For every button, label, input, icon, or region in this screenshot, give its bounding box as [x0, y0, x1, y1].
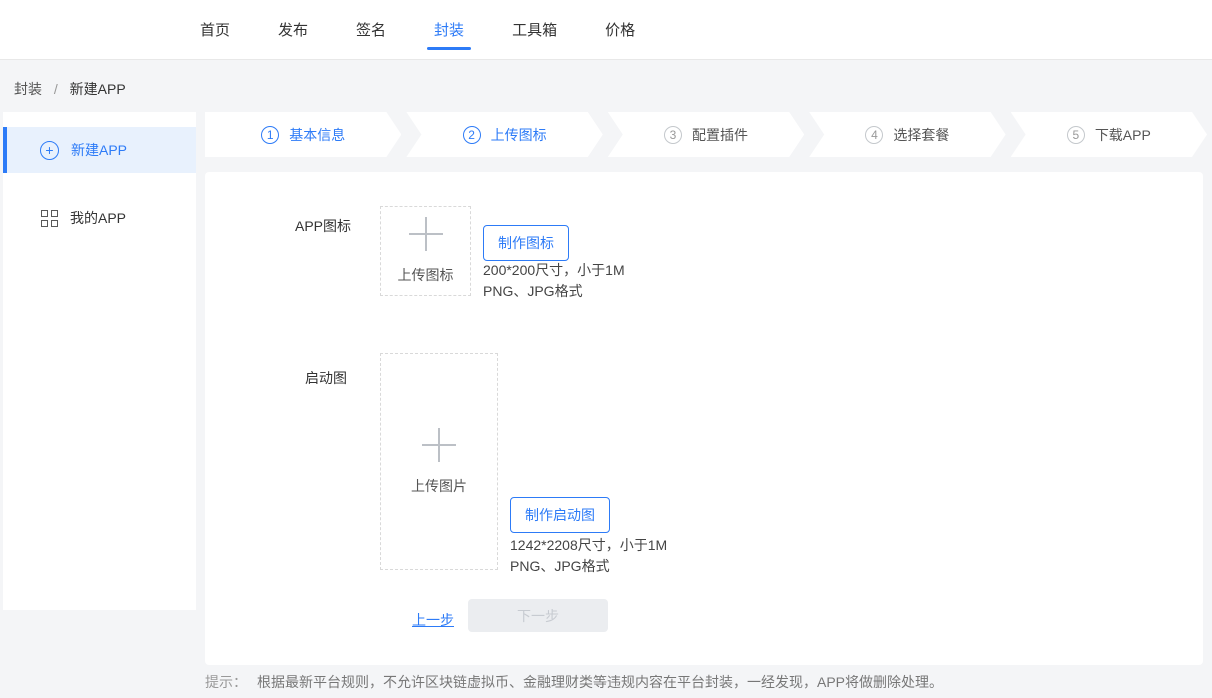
nav-item-package[interactable]: 封装 — [434, 0, 464, 60]
top-navbar: 首页 发布 签名 封装 工具箱 价格 — [0, 0, 1212, 60]
launch-image-hint: 1242*2208尺寸，小于1M PNG、JPG格式 — [510, 535, 667, 577]
footer-tip-prefix: 提示： — [205, 674, 247, 690]
make-launch-image-button[interactable]: 制作启动图 — [510, 497, 610, 533]
breadcrumb-section[interactable]: 封装 — [14, 81, 42, 97]
step-number-circle: 1 — [261, 126, 279, 144]
breadcrumb: 封装 / 新建APP — [14, 79, 126, 99]
main-panel: APP图标 上传图标 制作图标 200*200尺寸，小于1M PNG、JPG格式… — [205, 172, 1203, 665]
app-icon-upload-box[interactable]: 上传图标 — [380, 206, 471, 296]
step-label: 下载APP — [1095, 125, 1151, 145]
upload-box-text: 上传图标 — [398, 265, 454, 285]
step-wizard: 1 基本信息 2 上传图标 3 配置插件 4 选择套餐 5 下载APP — [205, 112, 1207, 157]
grid-icon — [41, 210, 58, 227]
step-3-configure-plugins[interactable]: 3 配置插件 — [608, 112, 804, 157]
step-2-upload-icon[interactable]: 2 上传图标 — [406, 112, 602, 157]
step-number-circle: 5 — [1067, 126, 1085, 144]
plus-icon — [409, 217, 443, 251]
breadcrumb-current: 新建APP — [70, 81, 126, 97]
step-number-circle: 2 — [463, 126, 481, 144]
sidebar-item-label: 新建APP — [71, 140, 127, 160]
step-number-circle: 4 — [865, 126, 883, 144]
launch-image-hint-format: PNG、JPG格式 — [510, 556, 667, 577]
footer-tip: 提示： 根据最新平台规则，不允许区块链虚拟币、金融理财类等违规内容在平台封装，一经… — [205, 672, 943, 692]
step-1-basic-info[interactable]: 1 基本信息 — [205, 112, 401, 157]
app-icon-hint-size: 200*200尺寸，小于1M — [483, 260, 625, 281]
breadcrumb-separator: / — [54, 81, 58, 97]
plus-icon — [422, 428, 456, 462]
next-step-button[interactable]: 下一步 — [468, 599, 608, 632]
sidebar-item-my-app[interactable]: 我的APP — [3, 195, 196, 241]
nav-item-sign[interactable]: 签名 — [356, 0, 386, 60]
app-icon-hint: 200*200尺寸，小于1M PNG、JPG格式 — [483, 260, 625, 302]
step-5-download-app[interactable]: 5 下载APP — [1011, 112, 1207, 157]
step-4-select-plan[interactable]: 4 选择套餐 — [809, 112, 1005, 157]
launch-image-label: 启动图 — [305, 368, 347, 388]
step-number-circle: 3 — [664, 126, 682, 144]
app-icon-label: APP图标 — [295, 216, 351, 236]
nav-item-toolbox[interactable]: 工具箱 — [512, 0, 557, 60]
launch-image-upload-box[interactable]: 上传图片 — [380, 353, 498, 570]
app-icon-hint-format: PNG、JPG格式 — [483, 281, 625, 302]
sidebar-item-label: 我的APP — [70, 208, 126, 228]
nav-item-publish[interactable]: 发布 — [278, 0, 308, 60]
make-icon-button[interactable]: 制作图标 — [483, 225, 569, 261]
sidebar-item-new-app[interactable]: + 新建APP — [3, 127, 196, 173]
step-label: 上传图标 — [491, 125, 547, 145]
step-label: 选择套餐 — [893, 125, 949, 145]
footer-tip-text: 根据最新平台规则，不允许区块链虚拟币、金融理财类等违规内容在平台封装，一经发现，… — [257, 674, 943, 690]
step-label: 配置插件 — [692, 125, 748, 145]
nav-items: 首页 发布 签名 封装 工具箱 价格 — [200, 0, 635, 60]
plus-circle-icon: + — [40, 141, 59, 160]
upload-box-text: 上传图片 — [411, 476, 467, 496]
step-label: 基本信息 — [289, 125, 345, 145]
nav-item-price[interactable]: 价格 — [605, 0, 635, 60]
sidebar: + 新建APP 我的APP — [3, 112, 196, 610]
launch-image-hint-size: 1242*2208尺寸，小于1M — [510, 535, 667, 556]
nav-item-home[interactable]: 首页 — [200, 0, 230, 60]
prev-step-link[interactable]: 上一步 — [412, 610, 454, 630]
